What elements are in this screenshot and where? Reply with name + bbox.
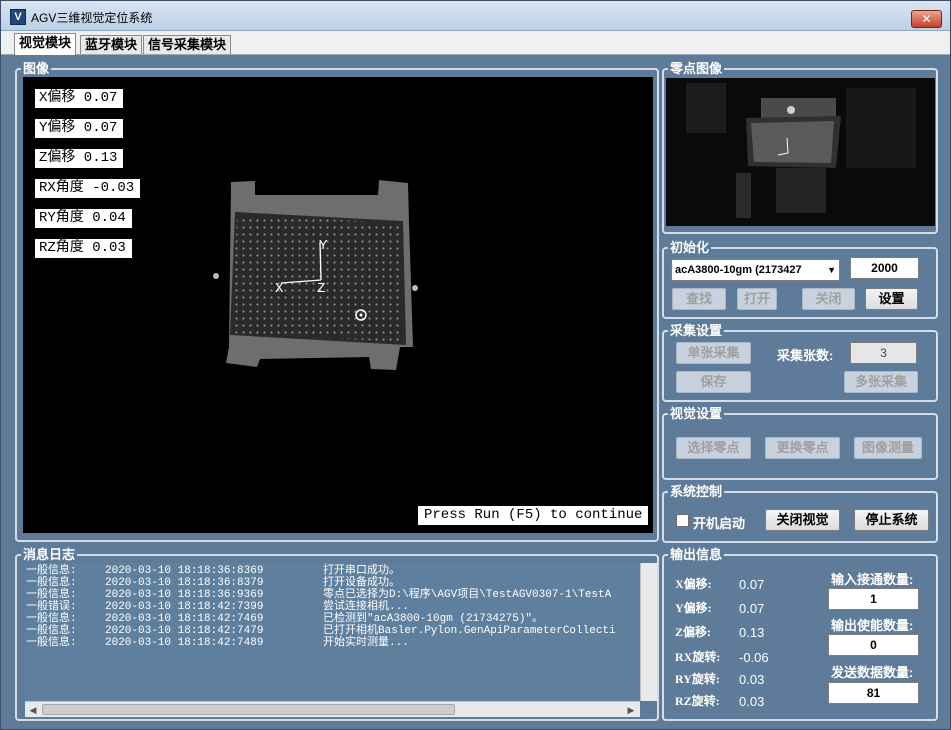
- change-zero-button[interactable]: 更换零点: [765, 437, 840, 459]
- log-level: 一般信息:: [26, 565, 77, 577]
- axis-x-label: X: [275, 281, 284, 297]
- multi-capture-button[interactable]: 多张采集: [844, 371, 918, 393]
- save-button[interactable]: 保存: [676, 371, 751, 393]
- log-horizontal-scrollbar[interactable]: ◀ ▶: [25, 701, 640, 717]
- zero-point-image-view: [666, 78, 935, 226]
- camera-select-value: acA3800-10gm (2173427: [675, 264, 802, 276]
- log-message: 零点已选择为D:\程序\AGV项目\TestAGV0307-1\TestA: [323, 589, 612, 601]
- close-vision-button[interactable]: 关闭视觉: [765, 509, 840, 531]
- log-time: 2020-03-10 18:18:36:8369: [105, 565, 264, 577]
- log-level: 一般信息:: [26, 613, 77, 625]
- out-z-offset-value: 0.13: [739, 625, 765, 640]
- axis-z-label: Z: [317, 281, 326, 297]
- out-ry-label: RY旋转:: [675, 672, 720, 686]
- tab-vision-module[interactable]: 视觉模块: [14, 33, 77, 55]
- log-level: 一般信息:: [26, 577, 77, 589]
- log-level: 一般错误:: [26, 601, 77, 613]
- output-count-label: 输出使能数量:: [831, 618, 914, 633]
- scroll-left-icon[interactable]: ◀: [25, 702, 41, 718]
- output-count-field[interactable]: 0: [828, 634, 919, 656]
- out-rx-label: RX旋转:: [675, 650, 721, 664]
- chevron-down-icon: ▼: [827, 265, 836, 275]
- log-group-title: 消息日志: [21, 547, 78, 562]
- out-x-offset-label: X偏移:: [675, 577, 712, 591]
- single-capture-button[interactable]: 单张采集: [676, 342, 751, 364]
- axis-y-label: Y: [319, 238, 328, 254]
- input-count-field[interactable]: 1: [828, 588, 919, 610]
- out-z-offset-label: Z偏移:: [675, 625, 712, 639]
- log-message: 尝试连接相机...: [323, 601, 409, 613]
- capture-group-title: 采集设置: [668, 323, 725, 338]
- log-time: 2020-03-10 18:18:36:9369: [105, 589, 264, 601]
- settings-button[interactable]: 设置: [865, 288, 918, 310]
- capture-count-label: 采集张数:: [777, 348, 834, 363]
- out-y-offset-value: 0.07: [739, 601, 765, 616]
- log-message: 已打开相机Basler.Pylon.GenApiParameterCollect…: [323, 625, 616, 637]
- output-group-title: 输出信息: [668, 547, 725, 562]
- log-message: 开始实时测量...: [323, 637, 409, 649]
- log-message: 已检测到"acA3800-10gm (21734275)"。: [323, 613, 544, 625]
- log-message: 打开串口成功。: [323, 565, 400, 577]
- camera-frame-graphic: [213, 180, 418, 370]
- z-offset-label: Z偏移 0.13: [35, 149, 124, 168]
- autostart-label: 开机启动: [693, 516, 746, 531]
- log-time: 2020-03-10 18:18:42:7489: [105, 637, 264, 649]
- init-group-title: 初始化: [668, 240, 712, 255]
- system-control-group-title: 系统控制: [668, 484, 725, 499]
- title-bar: V AGV三维视觉定位系统 ✕: [1, 1, 950, 31]
- send-count-field[interactable]: 81: [828, 682, 919, 704]
- window-title: AGV三维视觉定位系统: [31, 11, 153, 25]
- camera-image-view[interactable]: X偏移 0.07 Y偏移 0.07 Z偏移 0.13 RX角度 -0.03 RY…: [23, 77, 653, 533]
- zero-image-group-title: 零点图像: [668, 61, 725, 76]
- tab-bar: 视觉模块 蓝牙模块 信号采集模块: [1, 31, 950, 55]
- open-button[interactable]: 打开: [737, 288, 777, 310]
- close-camera-button[interactable]: 关闭: [802, 288, 855, 310]
- autostart-checkbox[interactable]: [676, 514, 689, 527]
- press-run-banner: Press Run (F5) to continue: [418, 506, 649, 525]
- send-count-label: 发送数据数量:: [831, 665, 914, 680]
- log-level: 一般信息:: [26, 589, 77, 601]
- y-offset-label: Y偏移 0.07: [35, 119, 124, 138]
- out-rz-label: RZ旋转:: [675, 694, 720, 708]
- log-list[interactable]: 一般信息: 2020-03-10 18:18:36:8369 打开串口成功。 一般信…: [25, 563, 640, 701]
- log-message: 打开设备成功。: [323, 577, 400, 589]
- zero-point-frame-graphic: [666, 78, 935, 226]
- capture-count-field[interactable]: 3: [850, 342, 917, 364]
- tab-bluetooth-module[interactable]: 蓝牙模块: [80, 35, 143, 54]
- rx-angle-label: RX角度 -0.03: [35, 179, 141, 198]
- find-button[interactable]: 查找: [672, 288, 726, 310]
- rz-angle-label: RZ角度 0.03: [35, 239, 132, 258]
- input-count-label: 输入接通数量:: [831, 572, 914, 587]
- log-vertical-scrollbar[interactable]: [640, 563, 657, 701]
- tab-signal-module[interactable]: 信号采集模块: [143, 35, 232, 54]
- scroll-thumb[interactable]: [42, 704, 455, 715]
- ry-angle-label: RY角度 0.04: [35, 209, 132, 228]
- out-rz-value: 0.03: [739, 694, 765, 709]
- out-y-offset-label: Y偏移:: [675, 601, 712, 615]
- out-x-offset-value: 0.07: [739, 577, 765, 592]
- app-window: V AGV三维视觉定位系统 ✕ 视觉模块 蓝牙模块 信号采集模块 图像 X偏移 …: [0, 0, 951, 730]
- select-zero-button[interactable]: 选择零点: [676, 437, 751, 459]
- scroll-right-icon[interactable]: ▶: [623, 702, 639, 718]
- stop-system-button[interactable]: 停止系统: [854, 509, 929, 531]
- out-ry-value: 0.03: [739, 672, 765, 687]
- init-value-field[interactable]: 2000: [850, 257, 919, 279]
- x-offset-label: X偏移 0.07: [35, 89, 124, 108]
- vision-settings-group-title: 视觉设置: [668, 406, 725, 421]
- log-level: 一般信息:: [26, 625, 77, 637]
- log-time: 2020-03-10 18:18:42:7399: [105, 601, 264, 613]
- camera-select[interactable]: acA3800-10gm (2173427 ▼: [671, 259, 840, 281]
- image-measure-button[interactable]: 图像测量: [854, 437, 922, 459]
- close-window-button[interactable]: ✕: [911, 10, 942, 28]
- out-rx-value: -0.06: [739, 650, 769, 665]
- log-time: 2020-03-10 18:18:36:8379: [105, 577, 264, 589]
- image-group-title: 图像: [21, 61, 52, 76]
- log-level: 一般信息:: [26, 637, 77, 649]
- log-time: 2020-03-10 18:18:42:7479: [105, 625, 264, 637]
- app-logo-icon: V: [10, 9, 26, 25]
- log-time: 2020-03-10 18:18:42:7469: [105, 613, 264, 625]
